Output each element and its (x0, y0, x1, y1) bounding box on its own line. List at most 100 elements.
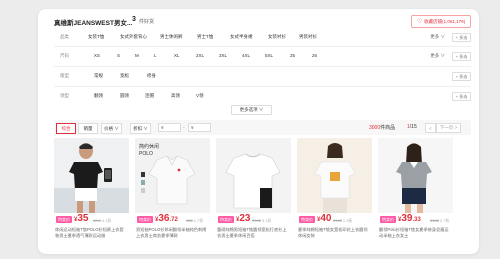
product-image[interactable]: 简约休闲 POLO (135, 138, 210, 213)
svg-text:简约休闲: 简约休闲 (139, 143, 159, 150)
special-price-tag: 特卖价 (137, 216, 153, 223)
filter-option[interactable]: 男士休闲裤 (160, 34, 183, 40)
product-photo-white-polo: 简约休闲 POLO (135, 138, 210, 213)
filter-option[interactable]: 女式半身裙 (230, 34, 253, 40)
page-total: /15 (409, 124, 417, 130)
filter-label: 领型 (60, 93, 69, 98)
filter-more-button[interactable]: 更多 ∨ (430, 53, 445, 59)
filter-multi-select-button[interactable]: + 多选 (452, 72, 471, 81)
filter-option[interactable]: 宽松 (120, 73, 129, 79)
discount-label: 1.3折 (342, 218, 353, 223)
product-photo-white-tshirt (216, 138, 291, 213)
original-price-value: ¥148 (430, 218, 439, 223)
product-card[interactable]: 简约休闲 POLO 特卖价 ¥36.72 ¥881.7折 男短袖POLO衫休闲翻… (135, 138, 210, 254)
product-card[interactable]: 特卖价 ¥35 ¥8.54.1折 休闲运动短袖T恤POLO衫短裤上衣套装男士夏季… (54, 138, 129, 254)
filter-option[interactable]: 女式外套背心 (120, 34, 147, 40)
filter-option[interactable]: 女装衬衫 (268, 34, 286, 40)
discount-label: 2.7折 (439, 218, 450, 223)
original-price-value: ¥398 (252, 218, 261, 223)
product-photo-man-black-tshirt (54, 138, 129, 213)
price-integer: 23 (239, 213, 251, 224)
filter-label: 品类 (60, 34, 69, 39)
product-description[interactable]: 夏季纯棉短袖T恤女宽松印花上衣圆领休闲女装 (298, 227, 370, 238)
discount-label: 3.1折 (261, 218, 272, 223)
filter-option[interactable]: 2XL (196, 53, 204, 58)
filter-option[interactable]: 25 (290, 53, 295, 58)
sort-sales-tab[interactable]: 销量 (78, 123, 98, 134)
page-indicator: 1/15 (407, 124, 417, 130)
original-price: ¥8.54.1折 (93, 218, 111, 224)
filter-option[interactable]: 4XL (242, 53, 250, 58)
filter-option[interactable]: 5XL (265, 53, 273, 58)
filter-option[interactable]: XL (174, 53, 180, 58)
result-count-number: 3000 (369, 125, 381, 131)
product-image[interactable] (378, 138, 453, 213)
product-image[interactable] (216, 138, 291, 213)
special-price-tag: 特卖价 (56, 216, 72, 223)
favorite-shop-label: 收藏店铺(1,061,179) (424, 18, 466, 24)
product-description[interactable]: 翻领Polo衫短袖T恤女夏季修身显瘦运动半袖上衣女士 (379, 227, 451, 238)
product-image[interactable] (54, 138, 129, 213)
filter-option[interactable]: 男士T恤 (197, 34, 213, 40)
heart-icon: ♡ (416, 18, 423, 25)
filter-row-size: 尺码 XS S M L XL 2XL 3XL 4XL 5XL 25 26 更多 … (54, 46, 471, 67)
sort-comprehensive-tab[interactable]: 综合 (56, 123, 76, 134)
product-grid: 特卖价 ¥35 ¥8.54.1折 休闲运动短袖T恤POLO衫短裤上衣套装男士夏季… (54, 138, 471, 254)
product-price: ¥40 (317, 213, 332, 224)
filter-more-button[interactable]: 更多 ∨ (430, 34, 445, 40)
product-price: ¥36.72 (155, 213, 178, 224)
more-options-button[interactable]: 更多选项 ∨ (231, 105, 272, 115)
prev-page-button[interactable]: < (425, 123, 436, 133)
filter-row-category: 品类 女装T恤 女式外套背心 男士休闲裤 男士T恤 女式半身裙 女装衬衫 男装衬… (54, 27, 471, 47)
product-description[interactable]: 重磅纯棉男短袖T恤圆领宽松打底衫上衣男士夏季休闲百搭 (217, 227, 289, 238)
filter-multi-select-button[interactable]: + 多选 (452, 52, 471, 61)
product-card[interactable]: 特卖价 ¥39.33 ¥1482.7折 翻领Polo衫短袖T恤女夏季修身显瘦运动… (378, 138, 453, 254)
filter-option[interactable]: 连帽 (145, 93, 154, 99)
filter-option[interactable]: XS (94, 53, 100, 58)
product-description[interactable]: 男短袖POLO衫休闲翻领半袖纯色刺绣上衣男士商务夏季薄款 (136, 227, 208, 238)
filter-option[interactable]: L (154, 53, 157, 58)
original-price-value: ¥88 (186, 218, 193, 223)
filter-option[interactable]: 常规 (94, 73, 103, 79)
price-decimal: .33 (412, 217, 421, 223)
next-page-button[interactable]: 下一页 > (436, 123, 461, 133)
sort-discount-tab[interactable]: 折扣 ∨ (130, 123, 151, 134)
special-price-tag: 特卖价 (380, 216, 396, 223)
product-description[interactable]: 休闲运动短袖T恤POLO衫短裤上衣套装男士夏季透气薄款运动服 (55, 227, 127, 238)
svg-text:POLO: POLO (139, 151, 153, 157)
filter-option[interactable]: V领 (196, 93, 204, 99)
filter-option[interactable]: S (117, 53, 120, 58)
product-card[interactable]: 特卖价 ¥40 ¥4401.3折 夏季纯棉短袖T恤女宽松印花上衣圆领休闲女装 (297, 138, 372, 254)
product-price: ¥23 (236, 213, 251, 224)
filter-option[interactable]: 圆领 (120, 93, 129, 99)
price-max-input[interactable]: ¥ (188, 123, 211, 132)
result-count-unit: 件商品 (380, 125, 396, 131)
filter-option[interactable]: 26 (312, 53, 317, 58)
price-integer: 36 (158, 213, 170, 224)
filter-option[interactable]: 高领 (171, 93, 180, 99)
filter-option[interactable]: 3XL (219, 53, 227, 58)
filter-option[interactable]: 女装T恤 (88, 34, 104, 40)
discount-label: 1.7折 (193, 218, 204, 223)
product-photo-woman-print-tshirt (297, 138, 372, 213)
filter-multi-select-button[interactable]: + 多选 (452, 92, 471, 101)
price-decimal: .72 (169, 217, 178, 223)
product-photo-woman-grey-polo (378, 138, 453, 213)
filter-label: 版型 (60, 73, 69, 78)
filter-option[interactable]: M (135, 53, 139, 58)
price-min-input[interactable]: ¥ (158, 123, 181, 132)
original-price: ¥4401.3折 (333, 218, 352, 224)
product-price: ¥39.33 (398, 213, 421, 224)
product-card[interactable]: 特卖价 ¥23 ¥3983.1折 重磅纯棉男短袖T恤圆领宽松打底衫上衣男士夏季休… (216, 138, 291, 254)
shop-title[interactable]: 真维斯JEANSWEST男女... (54, 17, 132, 27)
main-card: 真维斯JEANSWEST男女... 3 件好货 ♡ 收藏店铺(1,061,179… (38, 9, 479, 254)
filter-option[interactable]: 男装衬衫 (299, 34, 317, 40)
filter-option[interactable]: 翻领 (94, 93, 103, 99)
filter-option[interactable]: 修身 (147, 73, 156, 79)
item-count-unit: 件好货 (139, 18, 155, 25)
filter-multi-select-button[interactable]: + 多选 (452, 33, 471, 42)
sort-price-tab[interactable]: 价格 ∨ (101, 123, 122, 134)
filter-row-collar: 领型 翻领 圆领 连帽 高领 V领 + 多选 (54, 86, 471, 105)
discount-label: 4.1折 (101, 218, 112, 223)
product-image[interactable] (297, 138, 372, 213)
